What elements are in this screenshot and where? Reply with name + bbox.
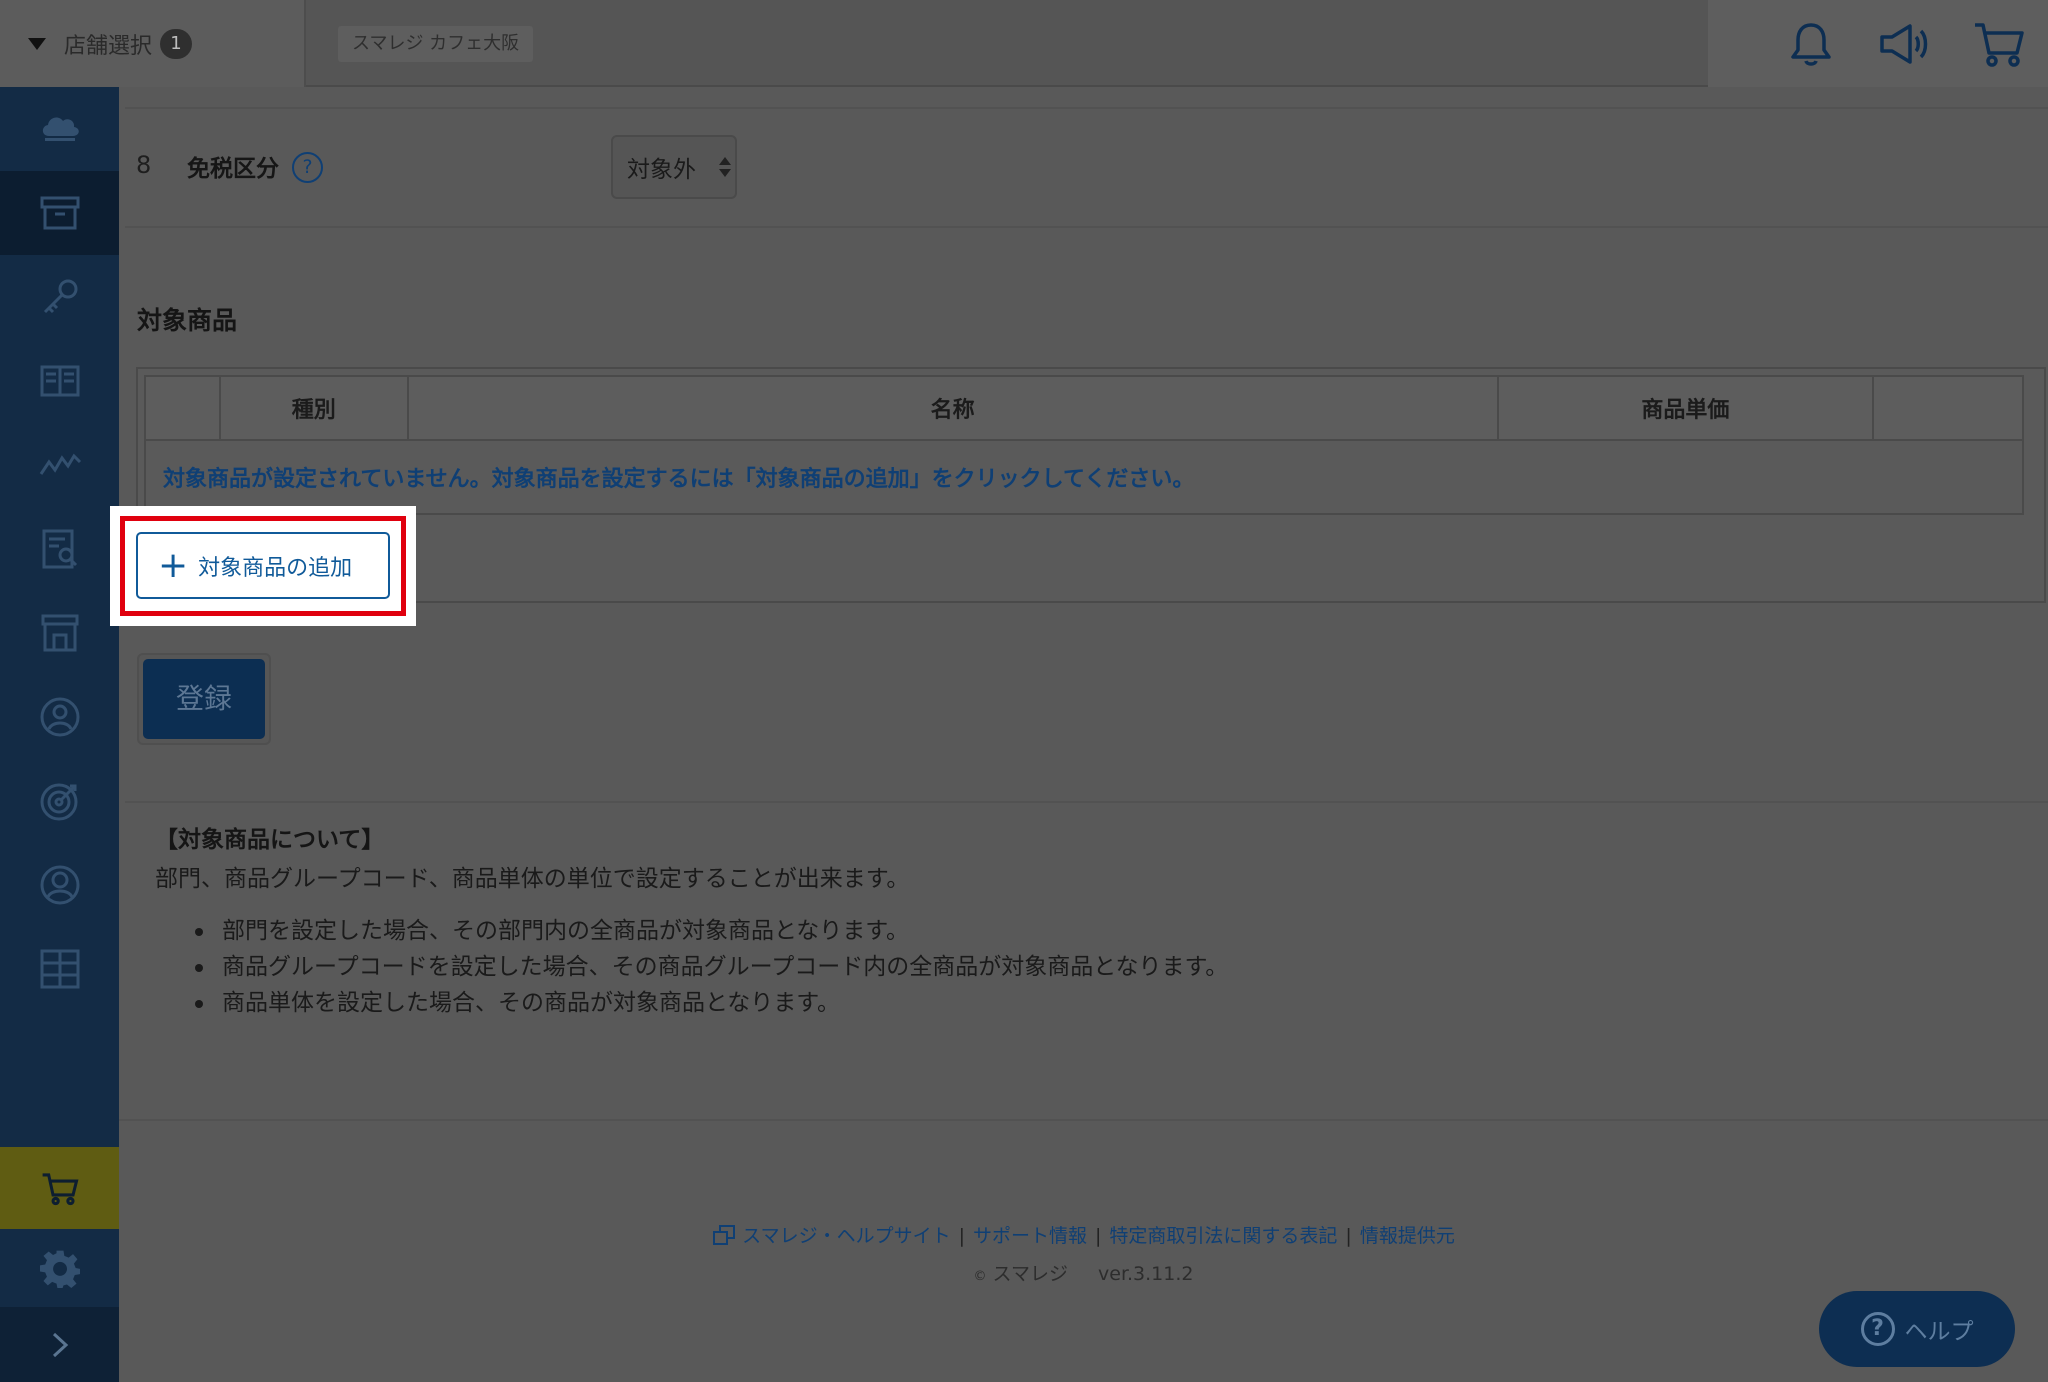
empty-message: 対象商品が設定されていません。対象商品を設定するには「対象商品の追加」をクリック… <box>144 439 2024 515</box>
caret-down-icon <box>28 37 46 50</box>
sidebar-item-analytics[interactable] <box>0 423 119 507</box>
footer-separator: | <box>1345 1225 1352 1247</box>
external-window-icon <box>713 1225 736 1245</box>
user-circle-icon <box>40 697 79 737</box>
gear-icon <box>39 1250 80 1288</box>
footer-link-info-source[interactable]: 情報提供元 <box>1360 1225 1455 1247</box>
table-header-row: 種別 名称 商品単価 <box>144 375 2024 441</box>
footer-link-legal[interactable]: 特定商取引法に関する表記 <box>1109 1225 1337 1247</box>
sidebar <box>0 87 119 1382</box>
add-target-product-button[interactable]: + 対象商品の追加 <box>136 532 390 599</box>
target-products-title: 対象商品 <box>137 306 238 335</box>
column-header-name: 名称 <box>406 375 1499 441</box>
sidebar-item-staff[interactable] <box>0 675 119 759</box>
sidebar-item-apps[interactable] <box>0 927 119 1011</box>
sidebar-item-keys[interactable] <box>0 255 119 339</box>
tax-free-label: 免税区分 <box>187 156 279 182</box>
store-select-dropdown[interactable]: 店舗選択 1 <box>0 0 306 87</box>
top-actions <box>1708 0 2048 87</box>
store-count-badge: 1 <box>160 28 193 59</box>
storefront-icon <box>41 614 78 652</box>
sidebar-item-target[interactable] <box>0 759 119 843</box>
copyright-mark: © <box>973 1269 987 1284</box>
cloud-icon <box>42 117 79 141</box>
list-item: 部門を設定した場合、その部門内の全商品が対象商品となります。 <box>195 913 1228 949</box>
footer-separator: | <box>958 1225 965 1247</box>
help-circle-icon: ? <box>1860 1312 1895 1346</box>
sidebar-item-cloud[interactable] <box>0 87 119 171</box>
column-header-unit-price: 商品単価 <box>1496 375 1875 441</box>
target-icon <box>40 783 77 821</box>
register-button[interactable]: 登録 <box>143 659 265 739</box>
tax-free-selected-value: 対象外 <box>627 157 696 183</box>
key-icon <box>43 279 77 314</box>
products-table: 種別 名称 商品単価 対象商品が設定されていません。対象商品を設定するには「対象… <box>144 375 2024 515</box>
store-select-label: 店舗選択 <box>64 33 153 59</box>
cart-icon[interactable] <box>1972 17 2026 71</box>
column-header-check <box>144 375 221 441</box>
book-icon <box>40 365 79 397</box>
bell-icon[interactable] <box>1784 17 1838 71</box>
footer-link-support[interactable]: サポート情報 <box>973 1225 1087 1247</box>
divider <box>125 226 2048 228</box>
footer-separator: | <box>1095 1225 1102 1247</box>
help-button-label: ヘルプ <box>1904 1319 1974 1345</box>
top-bar: 店舗選択 1 スマレジ カフェ大阪 <box>0 0 2048 87</box>
divider <box>125 801 2048 803</box>
sidebar-item-book[interactable] <box>0 339 119 423</box>
register-button-frame: 登録 <box>137 653 271 745</box>
info-title: 【対象商品について】 <box>155 827 385 853</box>
sidebar-item-reports[interactable] <box>0 507 119 591</box>
sidebar-item-cart[interactable] <box>0 1147 119 1229</box>
sidebar-item-products[interactable] <box>0 171 119 255</box>
row-number: 8 <box>136 151 152 179</box>
customer-icon <box>40 865 79 905</box>
version-text: ver.3.11.2 <box>1098 1263 1194 1285</box>
current-shop-name: スマレジ カフェ大阪 <box>338 26 534 62</box>
column-header-actions <box>1872 375 2024 441</box>
column-header-type: 種別 <box>218 375 409 441</box>
list-item: 商品単体を設定した場合、その商品が対象商品となります。 <box>195 985 1228 1021</box>
main-content: 8 免税区分 ? 対象外 対象商品 種別 名称 商品単価 対象商品が設定されてい… <box>119 87 2048 1382</box>
plus-icon: + <box>158 544 189 586</box>
sidebar-expand-toggle[interactable] <box>0 1307 119 1382</box>
help-floating-button[interactable]: ? ヘルプ <box>1819 1291 2015 1367</box>
footer-link-help-site[interactable]: スマレジ・ヘルプサイト <box>742 1225 950 1247</box>
divider <box>125 107 2048 109</box>
megaphone-icon[interactable] <box>1878 17 1932 71</box>
tax-free-select[interactable]: 対象外 <box>611 135 737 199</box>
grid-icon <box>40 949 79 989</box>
help-question-icon[interactable]: ? <box>292 152 323 183</box>
cart-icon <box>42 1173 78 1206</box>
report-search-icon <box>42 529 77 569</box>
spotlight-highlight: + 対象商品の追加 <box>110 506 416 626</box>
copyright-text: スマレジ <box>992 1263 1068 1285</box>
info-list: 部門を設定した場合、その部門内の全商品が対象商品となります。 商品グループコード… <box>195 913 1228 1021</box>
table-row: 対象商品が設定されていません。対象商品を設定するには「対象商品の追加」をクリック… <box>144 439 2024 515</box>
footer-copyright: © スマレジ ver.3.11.2 <box>119 1259 2048 1286</box>
add-button-label: 対象商品の追加 <box>198 555 353 581</box>
chevron-right-icon <box>52 1332 68 1357</box>
archive-box-icon <box>40 196 79 230</box>
sidebar-item-customers[interactable] <box>0 843 119 927</box>
info-description: 部門、商品グループコード、商品単体の単位で設定することが出来ます。 <box>155 866 910 892</box>
divider <box>119 1119 2048 1121</box>
sidebar-item-settings[interactable] <box>0 1229 119 1307</box>
line-chart-icon <box>39 453 81 475</box>
list-item: 商品グループコードを設定した場合、その商品グループコード内の全商品が対象商品とな… <box>195 949 1228 985</box>
sidebar-item-store[interactable] <box>0 591 119 675</box>
target-products-table: 種別 名称 商品単価 対象商品が設定されていません。対象商品を設定するには「対象… <box>136 367 2046 603</box>
footer-links: スマレジ・ヘルプサイト | サポート情報 | 特定商取引法に関する表記 | 情報提供元 <box>119 1221 2048 1248</box>
